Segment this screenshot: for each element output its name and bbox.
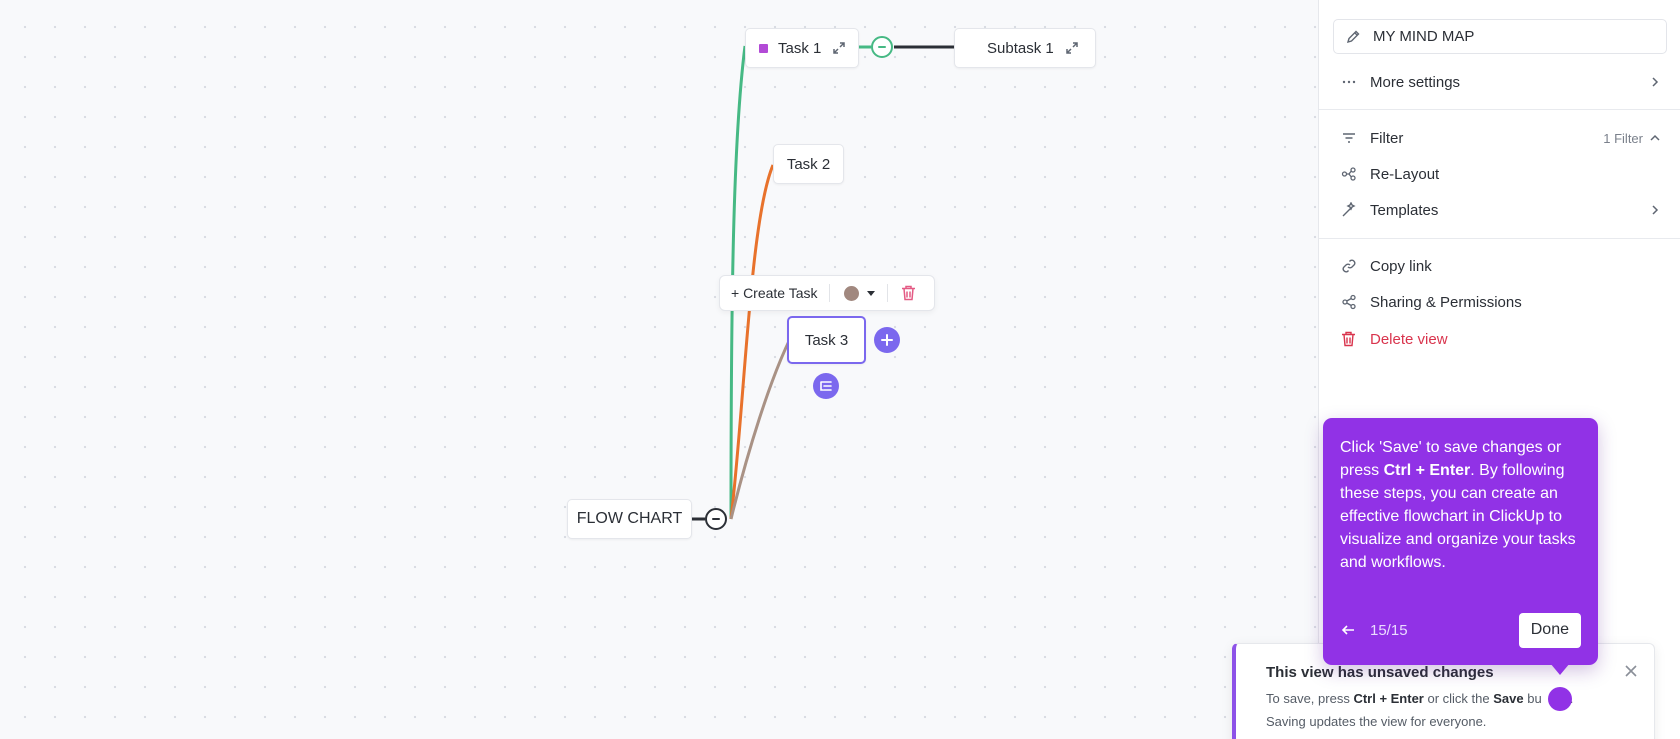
banner-title: This view has unsaved changes <box>1266 664 1494 681</box>
tooltip-arrow <box>1550 663 1570 675</box>
node-toolbar: + Create Task <box>719 275 935 311</box>
root-collapse-toggle[interactable] <box>705 508 727 530</box>
task-node-label: Task 2 <box>786 155 831 173</box>
banner-text: To save, press <box>1266 691 1354 706</box>
connector-task2 <box>729 164 775 520</box>
color-swatch <box>843 285 859 301</box>
close-icon[interactable] <box>1624 664 1638 678</box>
menu-more-settings[interactable]: More settings <box>1341 68 1661 96</box>
divider <box>1319 238 1680 239</box>
menu-label: Copy link <box>1370 257 1432 275</box>
menu-templates[interactable]: Templates <box>1341 196 1661 224</box>
share-icon <box>1341 294 1357 310</box>
pencil-icon <box>1345 29 1361 45</box>
filter-icon <box>1341 130 1357 146</box>
expand-icon[interactable] <box>1064 40 1080 56</box>
chevron-up-icon <box>1650 134 1660 141</box>
menu-label: Delete view <box>1370 330 1448 348</box>
divider <box>1319 109 1680 110</box>
filter-count: 1 Filter <box>1603 131 1661 146</box>
chevron-down-icon <box>866 290 875 296</box>
done-button[interactable]: Done <box>1518 612 1581 648</box>
mind-map-canvas[interactable]: FLOW CHART Task 1 Subtask 1 Task 2 + Cre… <box>0 0 1318 739</box>
plus-icon <box>881 334 893 346</box>
banner-line-1: To save, press Ctrl + Enter or click the… <box>1266 691 1573 706</box>
task-node-label: Task 3 <box>804 331 849 349</box>
tooltip-body: Click 'Save' to save changes or press Ct… <box>1340 436 1582 574</box>
task-node-label: Task 1 <box>778 39 822 57</box>
add-child-button[interactable] <box>874 327 900 353</box>
connector-lines <box>692 45 954 521</box>
menu-copy-link[interactable]: Copy link <box>1341 252 1661 280</box>
subtask-node-label: Subtask 1 <box>987 39 1054 57</box>
trash-icon[interactable] <box>888 285 927 301</box>
menu-label: Templates <box>1370 201 1439 219</box>
task-node-1[interactable]: Task 1 <box>745 28 859 68</box>
color-picker[interactable] <box>830 285 887 301</box>
view-name-input[interactable]: MY MIND MAP <box>1333 19 1667 54</box>
tooltip-shortcut: Ctrl + Enter <box>1383 462 1471 479</box>
onboarding-tooltip: Click 'Save' to save changes or press Ct… <box>1323 418 1598 665</box>
subtask-node-1[interactable]: Subtask 1 <box>954 28 1096 68</box>
arrow-left-icon[interactable] <box>1340 622 1356 638</box>
create-task-button[interactable]: + Create Task <box>720 285 829 301</box>
minus-icon <box>878 46 886 48</box>
tooltip-beacon <box>1548 687 1572 711</box>
filter-count-label: 1 Filter <box>1603 130 1643 146</box>
banner-shortcut: Ctrl + Enter <box>1353 691 1424 706</box>
more-icon <box>1341 74 1357 90</box>
templates-icon <box>1341 202 1357 218</box>
menu-label: More settings <box>1370 73 1461 91</box>
root-node-label: FLOW CHART <box>576 510 683 527</box>
tooltip-footer: 15/15 Done <box>1340 612 1581 648</box>
menu-delete-view[interactable]: Delete view <box>1341 325 1661 353</box>
menu-label: Filter <box>1370 129 1404 147</box>
relayout-icon <box>1341 166 1357 182</box>
add-subtask-button[interactable] <box>813 373 839 399</box>
tooltip-step-counter: 15/15 <box>1370 621 1408 639</box>
chevron-right-icon <box>1649 76 1661 88</box>
menu-filter[interactable]: Filter 1 Filter <box>1341 124 1661 152</box>
task-node-2[interactable]: Task 2 <box>773 144 844 184</box>
chevron-right-icon <box>1649 204 1661 216</box>
menu-sharing-permissions[interactable]: Sharing & Permissions <box>1341 288 1661 316</box>
link-icon <box>1341 258 1357 274</box>
root-node[interactable]: FLOW CHART <box>567 499 692 539</box>
banner-save-word: Save <box>1493 691 1524 706</box>
subtask-icon <box>820 381 832 391</box>
menu-relayout[interactable]: Re-Layout <box>1341 160 1661 188</box>
menu-label: Sharing & Permissions <box>1370 293 1522 311</box>
view-name-value: MY MIND MAP <box>1373 28 1475 45</box>
task-node-3[interactable]: Task 3 <box>787 316 866 364</box>
banner-text: bu <box>1523 691 1542 706</box>
task-color-square <box>759 43 768 53</box>
trash-icon <box>1341 331 1357 347</box>
expand-icon[interactable] <box>831 40 847 56</box>
minus-icon <box>712 518 720 520</box>
menu-label: Re-Layout <box>1370 165 1440 183</box>
banner-text: or click the <box>1423 691 1494 706</box>
task1-collapse-toggle[interactable] <box>871 36 893 58</box>
banner-line-2: Saving updates the view for everyone. <box>1266 714 1487 729</box>
